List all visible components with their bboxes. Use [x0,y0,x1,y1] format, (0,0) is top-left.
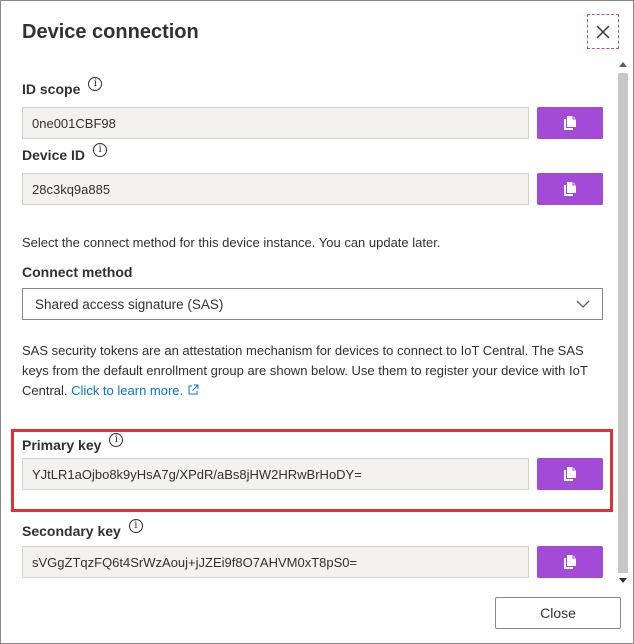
caret-down-icon [619,577,627,583]
device-id-label: Device ID i [22,143,108,163]
external-link-icon [188,384,199,395]
secondary-key-label: Secondary key i [22,519,143,539]
learn-more-link[interactable]: Click to learn more. [71,383,199,398]
connect-method-label: Connect method [22,264,132,280]
scroll-up-arrow[interactable] [615,57,631,71]
scroll-thumb[interactable] [618,73,628,583]
copy-icon [564,467,576,481]
device-id-field[interactable]: 28c3kq9a885 [22,173,529,205]
copy-icon [564,116,576,130]
copy-device-id-button[interactable] [537,173,603,205]
copy-secondary-key-button[interactable] [537,546,603,578]
primary-key-label: Primary key i [22,433,124,453]
id-scope-field[interactable]: 0ne001CBF98 [22,107,529,139]
secondary-key-label-text: Secondary key [22,523,121,539]
connect-method-value: Shared access signature (SAS) [35,296,224,312]
copy-icon [564,182,576,196]
device-id-label-text: Device ID [22,147,86,163]
scroll-down-arrow[interactable] [615,573,631,587]
copy-icon [564,555,576,569]
info-icon[interactable]: i [128,519,143,533]
copy-primary-key-button[interactable] [537,458,603,490]
close-icon [596,25,610,38]
copy-id-scope-button[interactable] [537,107,603,139]
connect-method-label-text: Connect method [22,264,133,280]
connect-instructions: Select the connect method for this devic… [22,235,441,250]
close-button[interactable]: Close [495,597,621,629]
info-icon[interactable]: i [88,77,103,91]
close-dialog-button[interactable] [587,14,619,49]
primary-key-label-text: Primary key [22,437,102,453]
id-scope-label: ID scope i [22,77,103,97]
sas-description: SAS security tokens are an attestation m… [22,341,597,401]
learn-more-text: Click to learn more. [71,383,184,398]
chevron-down-icon [576,300,590,308]
id-scope-label-text: ID scope [22,81,81,97]
caret-up-icon [619,61,627,67]
primary-key-field[interactable]: YJtLR1aOjbo8k9yHsA7g/XPdR/aBs8jHW2HRwBrH… [22,458,529,490]
connect-method-dropdown[interactable]: Shared access signature (SAS) [22,288,603,320]
info-icon[interactable]: i [109,433,124,447]
scrollbar[interactable] [615,57,631,587]
device-connection-dialog: Device connection ID scope i 0ne001CBF98… [0,0,634,644]
info-icon[interactable]: i [93,143,108,157]
secondary-key-field[interactable]: sVGgZTqzFQ6t4SrWzAouj+jJZEi9f8O7AHVM0xT8… [22,546,529,578]
dialog-title: Device connection [22,21,199,43]
